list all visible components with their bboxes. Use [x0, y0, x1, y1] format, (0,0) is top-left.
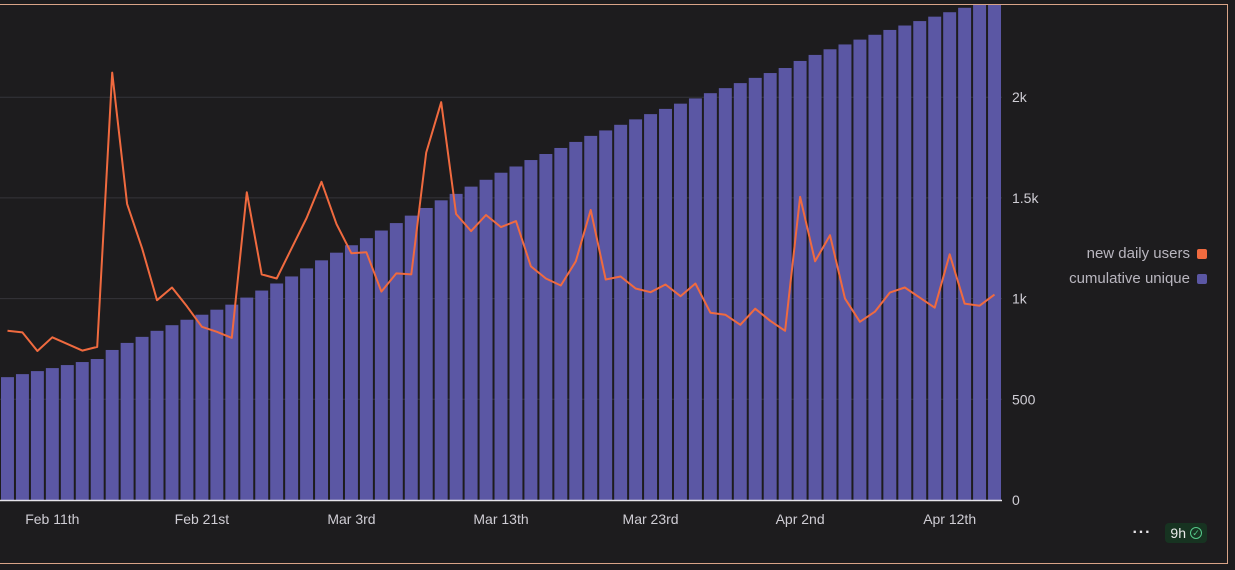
x-tick-label: Feb 21st — [175, 511, 230, 527]
bar[interactable] — [1, 377, 14, 500]
legend: new daily users cumulative unique — [1069, 241, 1207, 291]
bar[interactable] — [673, 103, 687, 500]
x-tick-label: Feb 11th — [25, 511, 79, 527]
legend-swatch — [1197, 248, 1207, 259]
bar[interactable] — [629, 119, 643, 500]
bar[interactable] — [60, 365, 74, 500]
bar[interactable] — [255, 290, 269, 500]
bar[interactable] — [75, 362, 89, 500]
bar[interactable] — [315, 260, 329, 500]
y-tick-label: 1.5k — [1012, 190, 1039, 206]
bar[interactable] — [838, 44, 852, 500]
bar[interactable] — [913, 21, 927, 501]
bar-series — [1, 5, 1001, 501]
bar[interactable] — [180, 319, 194, 500]
more-options-button[interactable]: ··· — [1132, 524, 1151, 542]
y-axis-ticks: 0 500 1k 1.5k 2k — [1012, 89, 1039, 508]
bar[interactable] — [479, 179, 493, 500]
bar[interactable] — [359, 238, 373, 501]
bar[interactable] — [973, 5, 987, 501]
bar[interactable] — [494, 172, 508, 501]
bar[interactable] — [748, 77, 762, 500]
bar[interactable] — [853, 39, 867, 501]
bar[interactable] — [90, 359, 104, 500]
bar[interactable] — [763, 73, 777, 500]
bar[interactable] — [419, 207, 433, 500]
bar[interactable] — [105, 349, 119, 500]
bar[interactable] — [584, 135, 598, 501]
chart-panel: 0 500 1k 1.5k 2k Feb 11th Feb 21st Mar 3rd Mar … — [0, 4, 1228, 564]
bar[interactable] — [868, 34, 882, 501]
bar[interactable] — [464, 186, 478, 500]
bar[interactable] — [644, 114, 658, 500]
bar[interactable] — [793, 60, 807, 501]
y-tick-label: 0 — [1012, 492, 1020, 508]
bar[interactable] — [45, 368, 59, 500]
chart: 0 500 1k 1.5k 2k Feb 11th Feb 21st Mar 3rd Mar … — [0, 5, 1039, 527]
bar[interactable] — [509, 166, 523, 500]
x-tick-label: Apr 12th — [923, 511, 976, 527]
bar[interactable] — [599, 130, 613, 500]
legend-item-new-daily-users[interactable]: new daily users — [1069, 241, 1207, 266]
bar[interactable] — [210, 309, 224, 500]
bar[interactable] — [928, 16, 942, 501]
bar[interactable] — [614, 124, 628, 500]
bar[interactable] — [300, 268, 314, 500]
bar[interactable] — [449, 193, 463, 500]
bar[interactable] — [135, 336, 149, 500]
bar[interactable] — [165, 325, 179, 500]
x-axis-ticks: Feb 11th Feb 21st Mar 3rd Mar 13th Mar 23rd A… — [25, 511, 976, 527]
refresh-age-label: 9h — [1170, 525, 1186, 541]
bar[interactable] — [434, 200, 448, 500]
check-circle-icon: ✓ — [1190, 527, 1202, 539]
bar[interactable] — [554, 147, 568, 500]
bar[interactable] — [404, 215, 418, 500]
chart-footer: ··· 9h ✓ — [1132, 523, 1207, 543]
bar[interactable] — [703, 93, 717, 500]
bar[interactable] — [808, 54, 822, 500]
x-tick-label: Mar 23rd — [623, 511, 679, 527]
legend-item-cumulative-unique[interactable]: cumulative unique — [1069, 266, 1207, 291]
y-tick-label: 2k — [1012, 89, 1028, 105]
bar[interactable] — [330, 252, 343, 500]
bar[interactable] — [688, 98, 702, 501]
x-tick-label: Apr 2nd — [776, 511, 825, 527]
bar[interactable] — [240, 297, 254, 500]
refresh-age-badge[interactable]: 9h ✓ — [1165, 523, 1207, 543]
bar[interactable] — [718, 88, 732, 500]
bar[interactable] — [524, 160, 538, 500]
legend-label: new daily users — [1086, 245, 1190, 262]
bar[interactable] — [270, 283, 284, 501]
bar[interactable] — [569, 141, 583, 500]
bar[interactable] — [150, 330, 164, 500]
bar[interactable] — [120, 342, 134, 500]
bar[interactable] — [958, 7, 972, 501]
x-tick-label: Mar 3rd — [327, 511, 375, 527]
legend-swatch — [1197, 273, 1207, 284]
y-tick-label: 1k — [1012, 291, 1028, 307]
bar[interactable] — [374, 230, 388, 500]
legend-label: cumulative unique — [1069, 270, 1190, 287]
bar[interactable] — [389, 223, 403, 500]
x-tick-label: Mar 13th — [473, 511, 528, 527]
bar[interactable] — [15, 374, 29, 500]
bar[interactable] — [733, 83, 747, 500]
bar[interactable] — [898, 25, 912, 500]
bar[interactable] — [30, 371, 44, 500]
y-tick-label: 500 — [1012, 391, 1036, 407]
bar[interactable] — [823, 49, 837, 500]
bar[interactable] — [883, 29, 897, 500]
bar[interactable] — [195, 314, 209, 500]
bar[interactable] — [988, 5, 1001, 501]
bar[interactable] — [539, 154, 553, 500]
bar[interactable] — [659, 108, 672, 501]
bar[interactable] — [285, 276, 299, 500]
bar[interactable] — [344, 245, 358, 500]
